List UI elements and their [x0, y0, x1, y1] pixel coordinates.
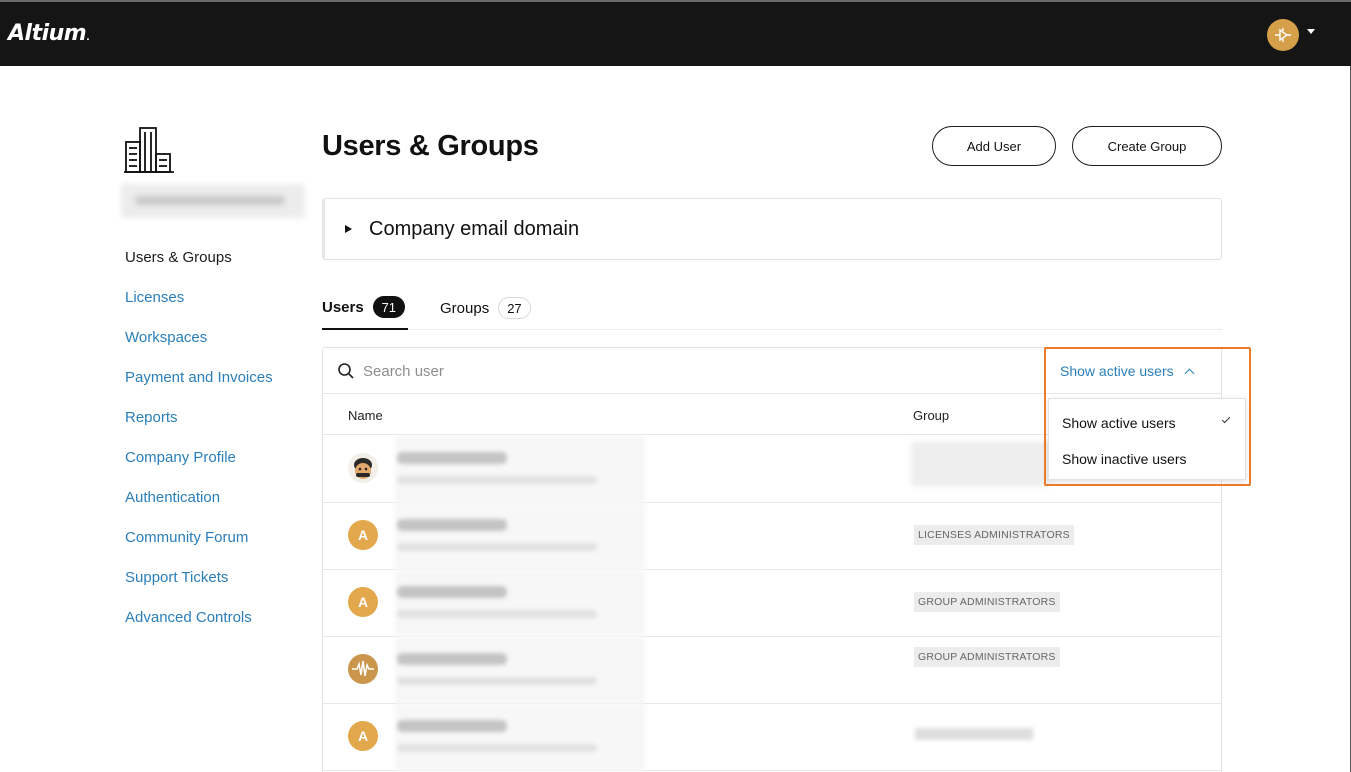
sidebar-item-advanced-controls[interactable]: Advanced Controls — [125, 607, 273, 647]
face-avatar-icon — [354, 458, 372, 479]
table-row[interactable]: A LICENSES ADMINISTRATORS — [323, 503, 1221, 570]
sidebar-item-users-groups[interactable]: Users & Groups — [125, 247, 273, 287]
group-redacted — [911, 442, 1051, 486]
sidebar-item-community-forum[interactable]: Community Forum — [125, 527, 273, 567]
check-icon — [1221, 414, 1231, 424]
sidebar-item-authentication[interactable]: Authentication — [125, 487, 273, 527]
table-row[interactable]: A — [323, 704, 1221, 771]
company-building-icon — [124, 127, 174, 173]
expand-arrow-icon[interactable] — [345, 225, 352, 233]
column-name-header[interactable]: Name — [348, 408, 383, 423]
user-status-filter-toggle[interactable]: Show active users — [1060, 362, 1195, 380]
waveform-avatar-icon — [352, 660, 374, 677]
search-input[interactable] — [363, 360, 843, 382]
altium-logo[interactable]: Altium. — [8, 21, 90, 46]
user-name-redacted — [395, 570, 645, 637]
group-redacted — [915, 728, 1033, 740]
table-row[interactable]: A GROUP ADMINISTRATORS — [323, 570, 1221, 637]
sidebar-item-support-tickets[interactable]: Support Tickets — [125, 567, 273, 607]
top-bar: Altium. — [0, 0, 1351, 66]
tab-groups[interactable]: Groups 27 — [440, 286, 531, 330]
search-icon — [338, 363, 354, 379]
table-row[interactable]: GROUP ADMINISTRATORS — [323, 637, 1221, 704]
sidebar-item-company-profile[interactable]: Company Profile — [125, 447, 273, 487]
sidebar-item-workspaces[interactable]: Workspaces — [125, 327, 273, 367]
users-groups-tabs: Users 71 Groups 27 — [322, 286, 1222, 330]
groups-count-badge: 27 — [498, 297, 531, 319]
page-title: Users & Groups — [322, 130, 539, 162]
sidebar-item-reports[interactable]: Reports — [125, 407, 273, 447]
user-status-filter-menu: Show active users Show inactive users — [1048, 398, 1246, 480]
show-active-users-option[interactable]: Show active users — [1062, 415, 1176, 431]
group-tag: GROUP ADMINISTRATORS — [914, 592, 1060, 612]
user-name-redacted — [395, 503, 645, 570]
add-user-button[interactable]: Add User — [932, 126, 1056, 166]
show-inactive-users-option[interactable]: Show inactive users — [1062, 451, 1187, 467]
chevron-up-icon — [1184, 368, 1195, 378]
sidebar-item-licenses[interactable]: Licenses — [125, 287, 273, 327]
user-name-redacted — [395, 704, 645, 771]
group-tag: GROUP ADMINISTRATORS — [914, 647, 1060, 667]
circuit-avatar-icon — [1275, 28, 1291, 42]
company-email-domain-panel[interactable]: Company email domain — [322, 198, 1222, 260]
domain-panel-label: Company email domain — [369, 218, 580, 240]
user-initial-avatar: A — [348, 721, 378, 751]
user-photo-avatar — [348, 453, 378, 483]
sidebar-item-payment-invoices[interactable]: Payment and Invoices — [125, 367, 273, 407]
user-initial-avatar: A — [348, 520, 378, 550]
user-initial-avatar: A — [348, 587, 378, 617]
users-count-badge: 71 — [372, 296, 405, 318]
column-group-header[interactable]: Group — [913, 408, 949, 423]
sidebar-nav: Users & Groups Licenses Workspaces Payme… — [125, 247, 273, 647]
user-wave-avatar — [348, 654, 378, 684]
user-avatar[interactable] — [1267, 19, 1299, 51]
company-name-redacted — [121, 184, 305, 218]
create-group-button[interactable]: Create Group — [1072, 126, 1222, 166]
user-name-redacted — [395, 637, 645, 704]
account-menu-caret-icon[interactable] — [1307, 29, 1315, 34]
filter-selected-label: Show active users — [1060, 363, 1174, 379]
user-name-redacted — [395, 436, 645, 503]
tab-users[interactable]: Users 71 — [322, 286, 408, 330]
tab-users-label: Users — [322, 298, 364, 316]
user-rows: A LICENSES ADMINISTRATORS A GROUP ADMINI… — [323, 436, 1221, 771]
group-tag: LICENSES ADMINISTRATORS — [914, 525, 1074, 545]
tab-groups-label: Groups — [440, 299, 490, 317]
